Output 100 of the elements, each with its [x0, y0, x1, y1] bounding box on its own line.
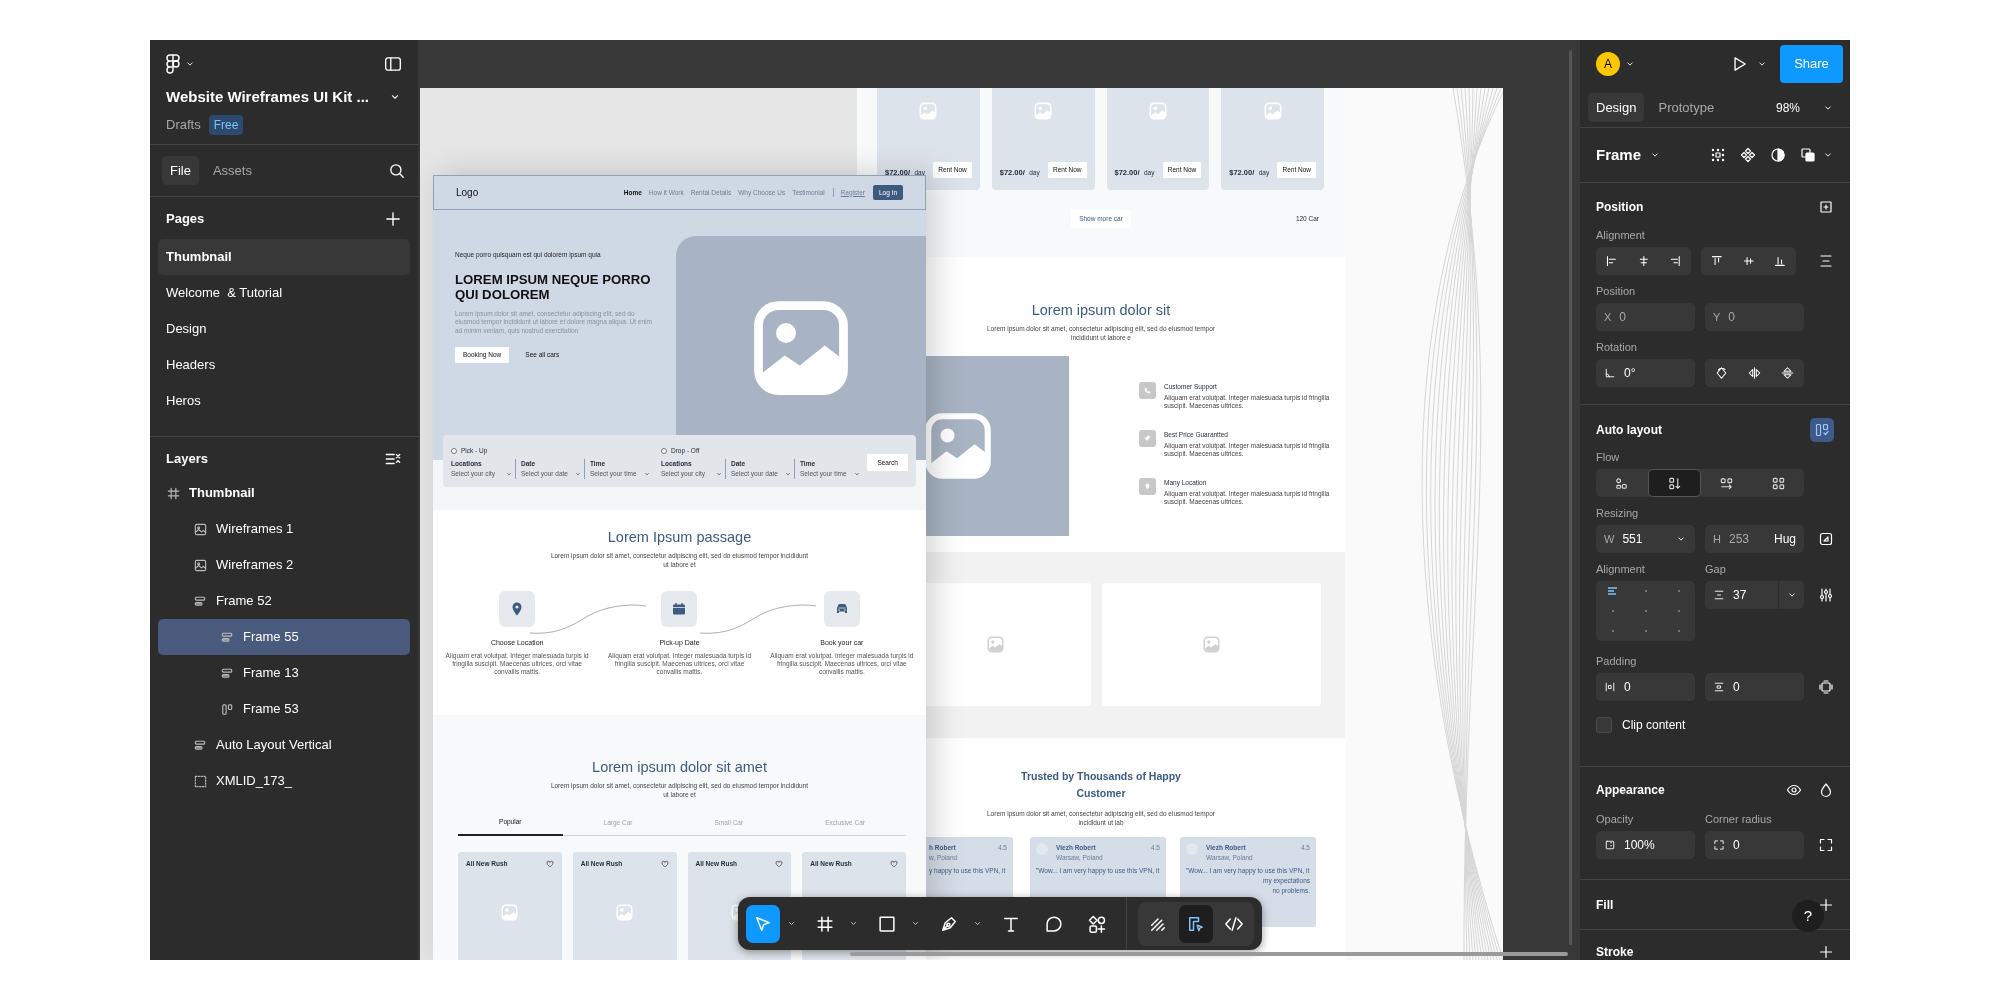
padding-icon[interactable] — [1818, 679, 1834, 695]
x-field[interactable]: X 0 — [1596, 303, 1695, 331]
search-icon[interactable] — [388, 161, 406, 180]
gap-field[interactable]: 37 — [1705, 581, 1804, 609]
section-title: Position — [1596, 199, 1644, 216]
add-icon[interactable] — [1818, 944, 1834, 960]
width-field[interactable]: W 551 — [1596, 525, 1695, 553]
field-label: Padding — [1596, 653, 1637, 669]
distribute-icon[interactable] — [1818, 253, 1834, 269]
panel-toggle-icon[interactable] — [384, 55, 402, 73]
spacing-settings-icon[interactable] — [1818, 587, 1834, 603]
image-icon — [919, 102, 938, 120]
height-field[interactable]: H 253 Hug — [1705, 525, 1804, 553]
rotation-field[interactable]: 0° — [1596, 359, 1695, 387]
flow-option[interactable] — [1647, 469, 1701, 497]
field-label: Flow — [1596, 449, 1620, 465]
checkbox-label: Clip content — [1622, 717, 1686, 734]
hash-icon — [166, 485, 181, 501]
drop-icon[interactable] — [1818, 782, 1834, 798]
field-label: Alignment — [1596, 561, 1646, 577]
zoom-level[interactable]: 98% — [1775, 98, 1800, 117]
opacity-field[interactable]: 100% — [1596, 831, 1695, 859]
horizontal-padding-field[interactable]: 0 — [1596, 673, 1695, 701]
field-label: Alignment — [1596, 227, 1645, 243]
layer-item[interactable]: Auto Layout Vertical — [158, 727, 410, 763]
heart-icon[interactable] — [775, 859, 784, 868]
field-label: Position — [1596, 283, 1636, 299]
heart-icon[interactable] — [545, 859, 554, 868]
chevron-icon — [644, 470, 650, 477]
layer-item[interactable]: Wireframes 1 — [158, 511, 410, 547]
section-title: Lorem Ipsum passage — [606, 528, 753, 546]
image-icon — [1203, 636, 1220, 653]
grid-icon[interactable] — [1710, 147, 1726, 163]
angle-icon — [1604, 367, 1616, 379]
layer-item[interactable]: Thumbnail — [158, 475, 410, 511]
help-button[interactable]: ? — [1792, 900, 1824, 932]
avatar[interactable]: A — [1596, 52, 1620, 76]
page-item[interactable]: Welcome & Tutorial — [158, 275, 410, 311]
tag-icon — [1143, 434, 1152, 443]
chevron-icon — [716, 470, 722, 477]
radio-button[interactable] — [451, 448, 457, 455]
vertical-layout-icon — [1666, 475, 1682, 491]
radio-button[interactable] — [661, 448, 667, 455]
layer-item[interactable]: Frame 55 — [158, 619, 410, 655]
panel-tab[interactable]: File — [162, 155, 199, 186]
hero-title: LOREM IPSUM NEQUE PORRO QUI DOLOREM — [455, 271, 652, 302]
layer-item[interactable]: Frame 52 — [158, 583, 410, 619]
corners-icon[interactable] — [1818, 837, 1834, 853]
contrast-icon[interactable] — [1770, 147, 1786, 163]
align-top-left-icon — [1606, 586, 1619, 596]
logo-text: Logo — [456, 186, 479, 200]
chevron-icon — [785, 470, 791, 477]
section-title: Pages — [166, 210, 205, 229]
move-tool-button[interactable] — [746, 904, 780, 943]
vertical-padding-icon — [1713, 681, 1725, 693]
checkbox[interactable] — [1596, 717, 1612, 733]
scrollbar[interactable] — [850, 952, 1568, 956]
frame-select-icon[interactable] — [1818, 199, 1834, 215]
gap-icon — [1713, 589, 1725, 601]
panel-tab[interactable]: Assets — [204, 155, 260, 186]
add-icon[interactable] — [384, 210, 402, 228]
heart-icon[interactable] — [890, 859, 898, 868]
resize-icon[interactable] — [1818, 531, 1834, 547]
layer-item[interactable]: Frame 53 — [158, 691, 410, 727]
heart-icon[interactable] — [660, 859, 669, 868]
file-title: Website Wireframes UI Kit ... — [166, 87, 369, 107]
main-menu-button[interactable] — [166, 54, 196, 74]
location-text: Drafts — [166, 115, 201, 134]
eye-icon[interactable] — [1786, 782, 1802, 798]
chevron-icon — [575, 470, 581, 477]
image-icon — [1263, 102, 1282, 120]
panel-tab[interactable]: Design — [1588, 92, 1645, 123]
dev-mode-button[interactable] — [1178, 904, 1213, 943]
add-icon[interactable] — [1818, 896, 1834, 913]
page-item[interactable]: Design — [158, 311, 410, 347]
horizontal-padding-icon — [1604, 681, 1616, 693]
section-title: Auto layout — [1596, 422, 1662, 439]
calendar-icon — [671, 601, 688, 617]
dashed-square-icon — [193, 773, 208, 789]
corner-radius-icon — [1713, 839, 1725, 851]
plan-badge: Free — [208, 114, 244, 135]
auto-layout-toggle[interactable] — [1810, 418, 1834, 442]
image-icon — [987, 636, 1004, 653]
grid-layout-icon — [1770, 475, 1786, 491]
component-icon[interactable] — [1740, 147, 1756, 163]
image-icon — [193, 557, 208, 573]
auto-layout-icon — [1814, 422, 1830, 438]
vertical-padding-field[interactable]: 0 — [1705, 673, 1804, 701]
copy-icon[interactable] — [1800, 147, 1816, 163]
page-item[interactable]: Heros — [158, 383, 410, 419]
layer-item[interactable]: XMLID_173_ — [158, 763, 410, 799]
corner-radius-field[interactable]: 0 — [1705, 831, 1804, 859]
page-item[interactable]: Headers — [158, 347, 410, 383]
field-label: Corner radius — [1705, 811, 1772, 827]
layer-item[interactable]: Wireframes 2 — [158, 547, 410, 583]
frame-type-dropdown[interactable]: Frame — [1596, 143, 1662, 167]
y-field[interactable]: Y 0 — [1705, 303, 1804, 331]
panel-tab[interactable]: Prototype — [1650, 92, 1723, 123]
layer-item[interactable]: Frame 13 — [158, 655, 410, 691]
page-item[interactable]: Thumbnail — [158, 239, 410, 275]
